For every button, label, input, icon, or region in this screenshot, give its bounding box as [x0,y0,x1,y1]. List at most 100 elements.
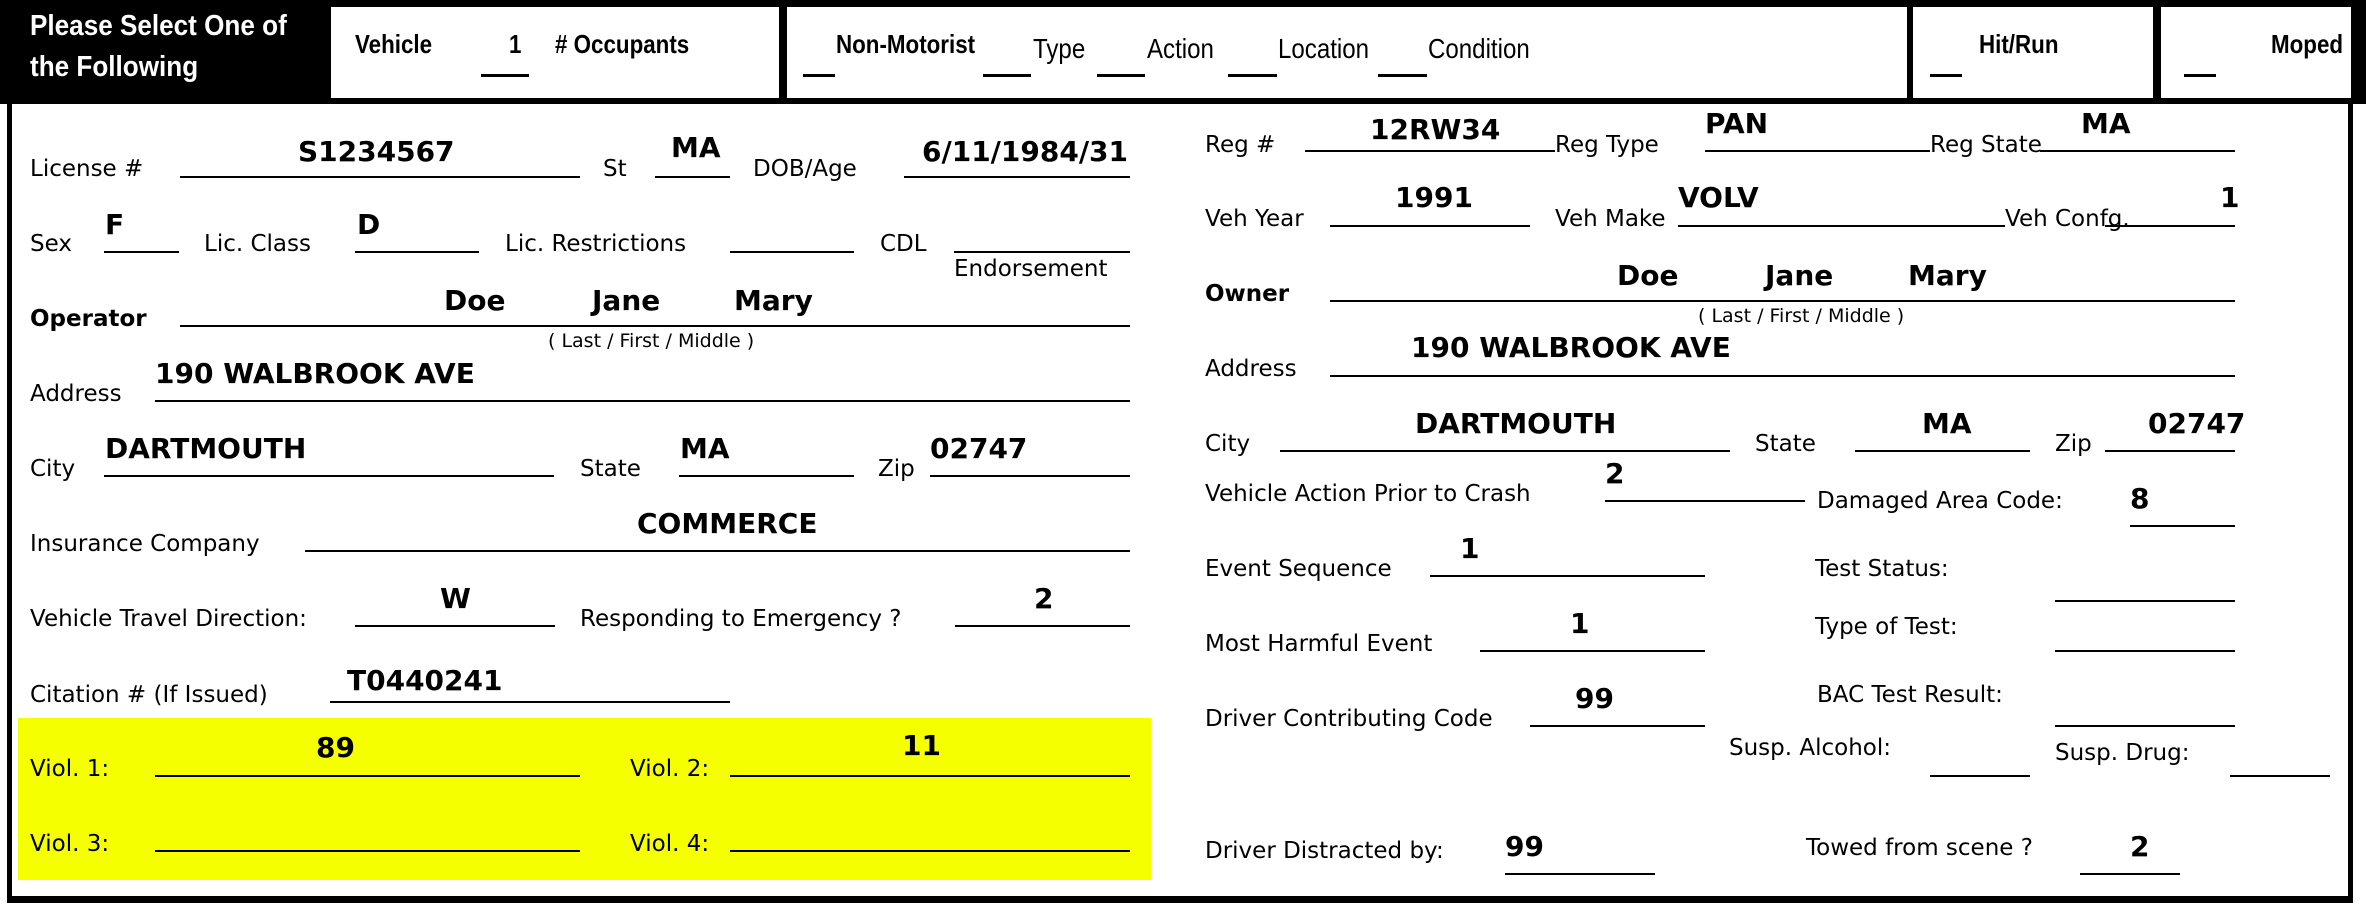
hit-run-blank[interactable] [1930,74,1962,77]
dob-field[interactable] [904,176,1130,178]
st-value: MA [671,131,721,164]
towed-field[interactable] [2080,873,2180,875]
lic-restrictions-field[interactable] [730,251,854,253]
lic-class-field[interactable] [355,251,479,253]
viol-4-field[interactable] [730,850,1130,852]
driver-contrib-label: Driver Contributing Code [1205,706,1493,732]
susp-alcohol-field[interactable] [1930,775,2030,777]
citation-label: Citation # (If Issued) [30,682,268,708]
st-field[interactable] [655,176,730,178]
most-harmful-field[interactable] [1480,650,1705,652]
viol-3-field[interactable] [155,850,580,852]
dob-label: DOB/Age [753,156,857,182]
operator-state-value: MA [680,432,730,465]
sex-value: F [105,208,125,241]
reg-field[interactable] [1305,150,1555,152]
owner-city-field[interactable] [1280,450,1730,452]
operator-city-value: DARTMOUTH [105,432,307,465]
action-label: Action [1147,33,1214,64]
reg-type-value: PAN [1705,107,1769,140]
viol-1-field[interactable] [155,775,580,777]
operator-name-hint: ( Last / First / Middle ) [548,330,755,352]
insurance-field[interactable] [305,550,1130,552]
license-field[interactable] [180,176,580,178]
location-label: Location [1278,33,1370,64]
condition-blank[interactable] [1378,74,1427,77]
most-harmful-value: 1 [1570,607,1590,640]
citation-field[interactable] [330,701,730,703]
veh-config-field[interactable] [2105,225,2235,227]
type-of-test-field[interactable] [2055,650,2235,652]
dob-value: 6/11/1984/31 [922,135,1129,168]
type-blank[interactable] [983,74,1031,77]
damaged-area-field[interactable] [2130,525,2235,527]
viol-3-label: Viol. 3: [30,831,110,857]
veh-config-value: 1 [2220,181,2240,214]
moped-blank[interactable] [2184,74,2216,77]
owner-state-field[interactable] [1855,450,2030,452]
driver-contrib-field[interactable] [1530,725,1705,727]
susp-drug-field[interactable] [2230,775,2330,777]
non-motorist-cell[interactable]: Non-Motorist Type Action Location Condit… [787,7,1907,98]
viol-4-label: Viol. 4: [630,831,710,857]
reg-label: Reg # [1205,132,1276,158]
travel-direction-value: W [440,582,471,615]
damaged-area-value: 8 [2130,482,2150,515]
towed-value: 2 [2130,830,2150,863]
type-label: Type [1033,33,1086,64]
event-seq-field[interactable] [1430,575,1705,577]
operator-zip-field[interactable] [930,475,1130,477]
reg-type-field[interactable] [1705,150,1930,152]
non-motorist-blank[interactable] [803,74,835,77]
viol-2-field[interactable] [730,775,1130,777]
bac-field[interactable] [2055,725,2235,727]
owner-name-field[interactable] [1330,300,2235,302]
lic-restrictions-label: Lic. Restrictions [505,231,687,257]
operator-address-field[interactable] [155,400,1130,402]
vehicle-number: 1 [509,29,522,59]
susp-alcohol-label: Susp. Alcohol: [1729,735,1892,761]
owner-address-value: 190 WALBROOK AVE [1411,331,1731,364]
insurance-label: Insurance Company [30,531,260,557]
vehicle-selector-cell[interactable]: Vehicle 1 # Occupants [331,7,779,98]
action-blank[interactable] [1097,74,1145,77]
distracted-label: Driver Distracted by: [1205,838,1444,864]
owner-state-value: MA [1922,407,1972,440]
location-blank[interactable] [1228,74,1277,77]
operator-last-name: Doe [444,284,506,317]
hit-run-cell[interactable]: Hit/Run [1913,7,2153,98]
reg-state-label: Reg State [1930,132,2042,158]
operator-state-field[interactable] [679,475,854,477]
reg-state-field[interactable] [2040,150,2235,152]
operator-city-field[interactable] [104,475,554,477]
veh-year-value: 1991 [1395,181,1473,214]
sex-field[interactable] [104,251,179,253]
responding-field[interactable] [955,625,1130,627]
moped-label: Moped [2271,29,2344,59]
distracted-field[interactable] [1505,873,1655,875]
action-prior-field[interactable] [1605,500,1805,502]
event-seq-label: Event Sequence [1205,556,1392,582]
operator-name-field[interactable] [180,325,1130,327]
driver-contrib-value: 99 [1575,682,1614,715]
owner-zip-field[interactable] [2105,450,2235,452]
cdl-field[interactable] [954,251,1130,253]
most-harmful-label: Most Harmful Event [1205,631,1433,657]
veh-make-field[interactable] [1678,225,2005,227]
select-prompt: Please Select One of the Following [30,10,287,83]
endorsement-label: Endorsement [954,256,1108,282]
owner-city-value: DARTMOUTH [1415,407,1617,440]
hit-run-label: Hit/Run [1979,29,2059,59]
travel-direction-label: Vehicle Travel Direction: [30,606,307,632]
owner-state-label: State [1755,431,1816,457]
owner-address-field[interactable] [1330,375,2235,377]
moped-cell[interactable]: Moped [2161,7,2351,98]
test-status-field[interactable] [2055,600,2235,602]
towed-label: Towed from scene ? [1806,835,2033,861]
bac-label: BAC Test Result: [1817,682,2003,708]
damaged-area-label: Damaged Area Code: [1817,488,2063,514]
reg-type-label: Reg Type [1555,132,1659,158]
veh-year-field[interactable] [1330,225,1530,227]
reg-value: 12RW34 [1370,113,1501,146]
travel-direction-field[interactable] [355,625,555,627]
